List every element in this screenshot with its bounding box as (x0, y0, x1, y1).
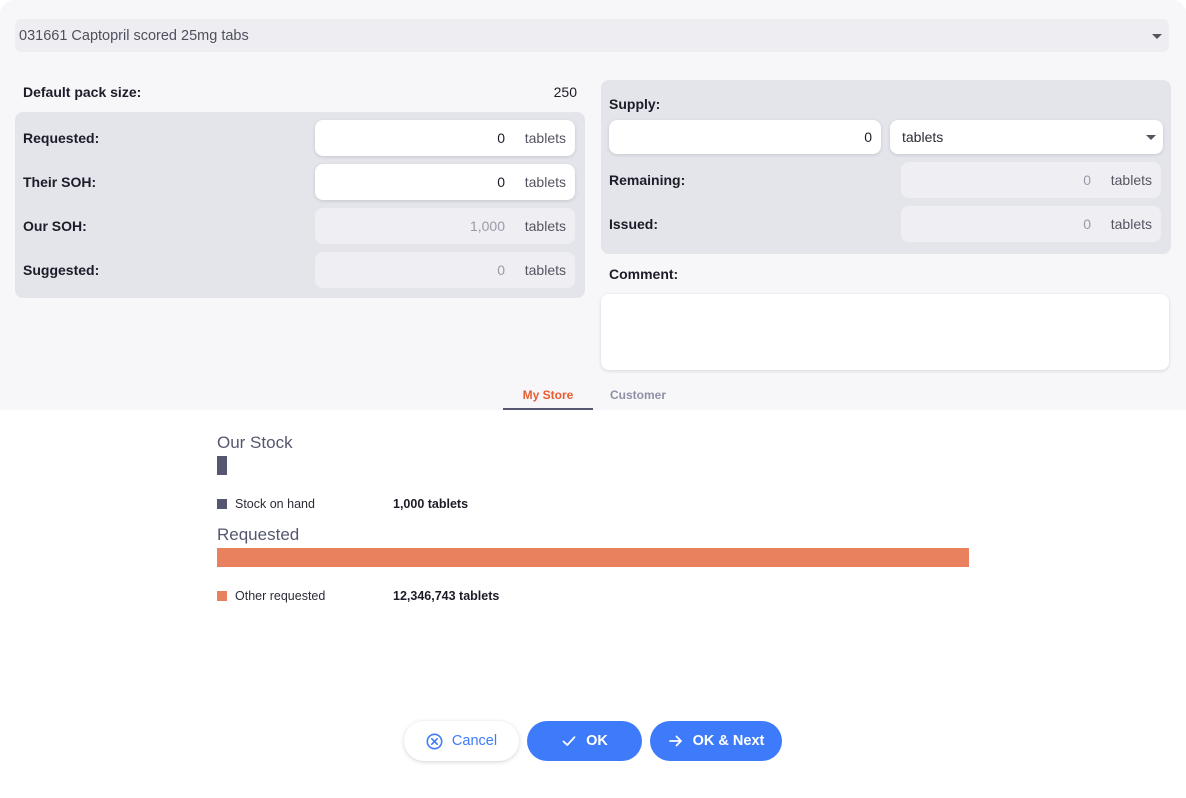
supply-label: Supply: (609, 96, 661, 112)
line-edit-area: 031661 Captopril scored 25mg tabs Defaul… (0, 0, 1186, 410)
requisition-line-dialog: 031661 Captopril scored 25mg tabs Defaul… (0, 0, 1186, 798)
supply-unit-value: tablets (902, 129, 944, 145)
other-requested-legend-value: 12,346,743 tablets (393, 589, 500, 603)
item-select[interactable]: 031661 Captopril scored 25mg tabs (15, 19, 1169, 52)
remaining-label: Remaining: (609, 172, 686, 188)
ok-next-button[interactable]: OK & Next (650, 721, 782, 761)
stock-on-hand-swatch (217, 499, 227, 509)
issued-value: 0 (1083, 216, 1091, 232)
tab-customer[interactable]: Customer (593, 384, 683, 410)
stock-on-hand-legend-value: 1,000 tablets (393, 497, 469, 511)
stock-on-hand-bar (217, 456, 227, 475)
supply-value: 0 (864, 129, 872, 145)
issued-label: Issued: (609, 216, 659, 232)
ok-next-label: OK & Next (692, 733, 765, 749)
ok-button[interactable]: OK (527, 721, 642, 761)
default-pack-size-value: 250 (553, 84, 577, 100)
supply-unit-select[interactable]: tablets (890, 120, 1163, 154)
supply-panel: Supply: 0 tablets Remaining: 0 tablets I… (601, 80, 1171, 254)
our-stock-title: Our Stock (217, 433, 293, 452)
cancel-label: Cancel (451, 733, 498, 749)
remaining-value: 0 (1083, 172, 1091, 188)
cancel-circle-icon (426, 733, 443, 749)
remaining-field: 0 tablets (901, 162, 1161, 198)
requested-field[interactable]: 0 tablets (315, 120, 575, 156)
our-soh-value: 1,000 (469, 218, 505, 234)
other-requested-legend-label: Other requested (235, 589, 326, 603)
their-soh-label: Their SOH: (23, 174, 97, 190)
chevron-down-icon (1146, 135, 1156, 140)
check-icon (562, 736, 576, 746)
their-soh-value: 0 (497, 174, 505, 190)
our-soh-field: 1,000 tablets (315, 208, 575, 244)
their-soh-field[interactable]: 0 tablets (315, 164, 575, 200)
tab-my-store[interactable]: My Store (503, 384, 593, 410)
requested-value: 0 (497, 130, 505, 146)
stock-on-hand-legend-label: Stock on hand (235, 497, 315, 511)
our-soh-label: Our SOH: (23, 218, 87, 234)
their-soh-unit: tablets (524, 174, 566, 190)
requested-unit: tablets (524, 130, 566, 146)
suggested-label: Suggested: (23, 262, 100, 278)
requested-label: Requested: (23, 130, 100, 146)
other-requested-swatch (217, 591, 227, 601)
other-requested-bar (217, 548, 969, 567)
suggested-unit: tablets (524, 262, 566, 278)
ok-label: OK (586, 733, 608, 749)
item-select-value: 031661 Captopril scored 25mg tabs (19, 27, 249, 44)
arrow-right-icon (668, 735, 682, 747)
remaining-unit: tablets (1110, 172, 1152, 188)
cancel-button[interactable]: Cancel (404, 721, 519, 761)
tab-bar: My Store Customer (503, 384, 683, 410)
chevron-down-icon (1152, 34, 1162, 39)
default-pack-size-label: Default pack size: (23, 84, 142, 100)
comment-field[interactable] (601, 294, 1169, 370)
suggested-value: 0 (497, 262, 505, 278)
suggested-field: 0 tablets (315, 252, 575, 288)
supply-field[interactable]: 0 (609, 120, 881, 154)
issued-field: 0 tablets (901, 206, 1161, 242)
requested-title: Requested (217, 525, 300, 544)
request-panel: Requested: 0 tablets Their SOH: 0 tablet… (15, 112, 585, 298)
our-soh-unit: tablets (524, 218, 566, 234)
issued-unit: tablets (1110, 216, 1152, 232)
comment-label: Comment: (609, 266, 679, 282)
